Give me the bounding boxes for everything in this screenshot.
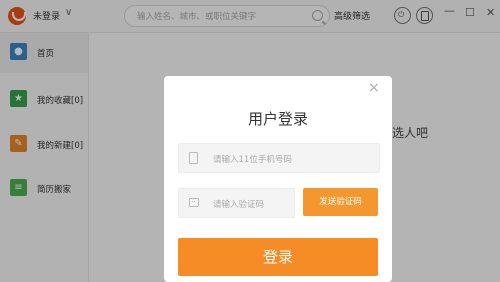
login-dialog: × 用户登录 请输入11位手机号码 请输入验证码 发送验证码 登录 <box>164 76 392 282</box>
app-window: 未登录 ∨ 输入姓名、城市、或职位关键字 高级筛选 ⏻ — ☐ ✕ ● 首页 ★… <box>0 0 500 282</box>
phone-field[interactable]: 请输入11位手机号码 <box>178 143 380 173</box>
login-button[interactable]: 登录 <box>178 238 378 276</box>
verification-code-field[interactable]: 请输入验证码 <box>178 188 295 218</box>
code-placeholder: 请输入验证码 <box>213 200 265 210</box>
send-code-button[interactable]: 发送验证码 <box>303 188 378 216</box>
phone-placeholder: 请输入11位手机号码 <box>213 155 292 165</box>
keyboard-icon <box>189 198 199 207</box>
dialog-title: 用户登录 <box>247 110 308 128</box>
close-icon[interactable]: × <box>368 80 380 96</box>
mobile-phone-icon <box>189 152 198 164</box>
